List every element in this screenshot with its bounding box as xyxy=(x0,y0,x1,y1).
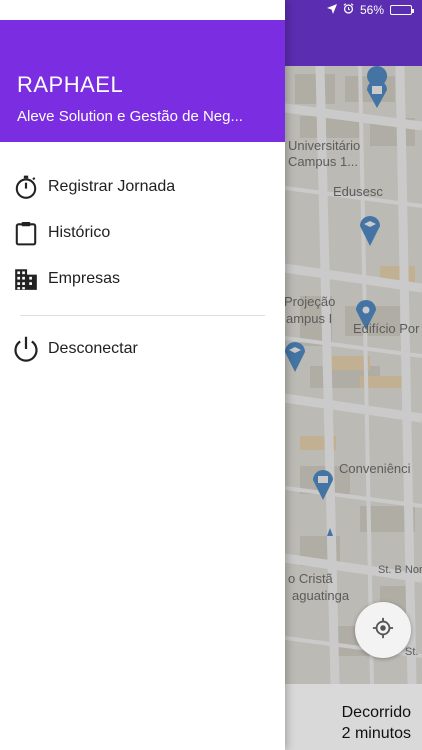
clipboard-icon xyxy=(12,219,40,247)
alarm-icon xyxy=(343,3,354,17)
drawer-header: RAPHAEL Aleve Solution e Gestão de Neg..… xyxy=(0,20,285,142)
user-name: RAPHAEL xyxy=(17,72,124,97)
building-icon xyxy=(12,265,40,293)
menu-item-label: Empresas xyxy=(48,270,121,287)
location-arrow-icon xyxy=(326,3,337,17)
menu-item-label: Desconectar xyxy=(48,340,138,357)
menu-item-empresas[interactable]: Empresas xyxy=(0,256,285,302)
menu-item-desconectar[interactable]: Desconectar xyxy=(0,326,285,372)
drawer-status-area xyxy=(0,0,285,20)
navigation-drawer: RAPHAEL Aleve Solution e Gestão de Neg..… xyxy=(0,0,285,750)
battery-percent: 56% xyxy=(359,3,384,17)
stopwatch-icon xyxy=(12,173,40,201)
status-icons: 56% xyxy=(326,3,414,17)
menu-item-label: Registrar Jornada xyxy=(48,178,176,195)
company-name: Aleve Solution e Gestão de Neg... xyxy=(17,108,243,125)
power-icon xyxy=(12,335,40,363)
crosshair-icon xyxy=(372,617,394,644)
menu-item-label: Histórico xyxy=(48,224,111,241)
locate-me-button[interactable] xyxy=(355,602,411,658)
elapsed-value: 2 minutos xyxy=(341,725,411,742)
menu-item-historico[interactable]: Histórico xyxy=(0,210,285,256)
elapsed-label: Decorrido xyxy=(341,704,411,721)
menu-divider xyxy=(20,315,265,316)
menu-item-registrar-jornada[interactable]: Registrar Jornada xyxy=(0,164,285,210)
battery-icon xyxy=(390,5,414,15)
elapsed-time: Decorrido 2 minutos xyxy=(342,702,411,744)
drawer-menu: Registrar Jornada Histórico Empresas Des… xyxy=(0,142,285,372)
